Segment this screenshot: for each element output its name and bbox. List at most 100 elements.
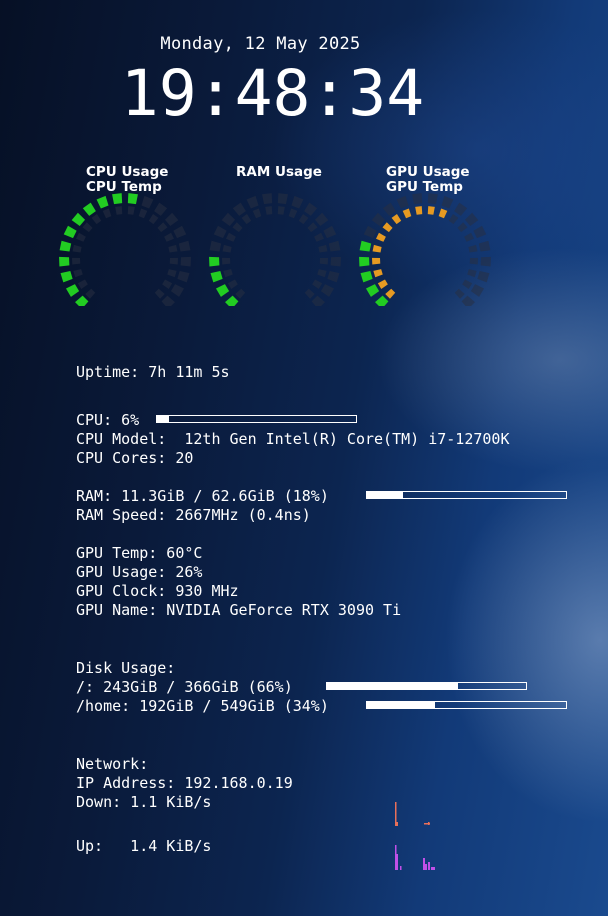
cpu-outer-segment <box>178 240 191 252</box>
gpu-inner-segment <box>382 222 393 233</box>
gpu-outer-segment <box>371 212 386 227</box>
upload-graph-burst <box>423 858 425 870</box>
cpu-inner-segment <box>138 208 148 219</box>
cpu-model-text: CPU Model: 12th Gen Intel(R) Core(TM) i7… <box>76 430 510 448</box>
gpu-name-text: GPU Name: NVIDIA GeForce RTX 3090 Ti <box>76 601 402 619</box>
cpu-inner-segment <box>76 232 86 242</box>
gpu-inner-segment <box>427 206 435 215</box>
cpu-inner-segment <box>72 257 81 265</box>
cpu-inner-segment <box>169 257 178 265</box>
cpu-gauge-label: CPU Usage CPU Temp <box>86 165 168 195</box>
cpu-usage-title: CPU Usage <box>86 164 169 180</box>
gpu-inner-segment <box>402 208 412 219</box>
cpu-outer-segment <box>161 295 175 306</box>
gpu-inner-segment <box>415 206 423 215</box>
gpu-outer-segment <box>470 284 485 297</box>
ram-inner-segment <box>241 214 252 225</box>
cpu-outer-segment <box>180 256 191 267</box>
ram-inner-segment <box>227 279 238 289</box>
gpu-inner-segment <box>438 208 448 219</box>
gpu-outer-segment <box>480 256 491 267</box>
cpu-outer-segment <box>59 256 70 267</box>
cpu-outer-segment <box>82 202 96 216</box>
ram-outer-segment <box>209 256 220 267</box>
ram-outer-segment <box>246 195 259 209</box>
ram-outer-segment <box>277 193 288 205</box>
cpu-inner-segment <box>157 222 168 233</box>
cpu-inner-segment <box>82 222 93 233</box>
ram-outer-segment <box>221 212 236 227</box>
cpu-outer-segment <box>65 284 80 297</box>
gpu-usage-text: GPU Usage: 26% <box>76 563 203 581</box>
disk-root-text: /: 243GiB / 366GiB (66%) <box>76 678 293 696</box>
cpu-outer-segment <box>177 271 190 283</box>
disk-heading: Disk Usage: <box>76 659 176 677</box>
download-graph-blip <box>396 822 398 826</box>
gpu-outer-segment <box>359 256 370 267</box>
gpu-inner-segment <box>372 244 382 253</box>
gpu-inner-segment <box>462 279 473 289</box>
ram-inner-segment <box>277 206 285 215</box>
ram-inner-segment <box>304 288 315 299</box>
cpu-outer-segment <box>141 195 154 209</box>
ram-usage-bar-fill <box>367 492 403 498</box>
gpu-inner-segment <box>468 244 478 253</box>
gpu-temp-text: GPU Temp: 60°C <box>76 544 203 562</box>
date-label: Monday, 12 May 2025 <box>160 34 361 54</box>
gpu-outer-segment <box>461 295 475 306</box>
gpu-outer-segment <box>363 225 377 239</box>
cpu-inner-segment <box>168 244 178 253</box>
upload-speed-text: Up: 1.4 KiB/s <box>76 837 212 855</box>
download-graph-tick2 <box>428 822 430 825</box>
ram-outer-segment <box>210 271 223 283</box>
cpu-outer-segment <box>75 295 89 306</box>
cpu-outer-segment <box>59 240 72 252</box>
cpu-usage-bar-fill <box>157 416 169 422</box>
cpu-inner-segment <box>115 206 123 215</box>
ram-outer-segment <box>209 240 222 252</box>
ram-inner-segment <box>314 232 324 242</box>
gpu-inner-segment <box>457 222 468 233</box>
network-heading: Network: <box>76 755 149 773</box>
upload-graph-spike <box>395 845 397 870</box>
gpu-outer-segment <box>375 295 389 306</box>
gpu-inner-segment <box>385 288 396 299</box>
cpu-inner-segment <box>77 279 88 289</box>
cpu-inner-segment <box>72 244 82 253</box>
ram-inner-segment <box>222 257 231 265</box>
gpu-outer-segment <box>477 271 490 283</box>
cpu-outer-segment <box>154 202 168 216</box>
cpu-outer-segment <box>164 212 179 227</box>
ram-inner-segment <box>288 208 298 219</box>
upload-graph-burst2 <box>425 864 427 870</box>
ram-inner-segment <box>265 206 273 215</box>
ram-usage-bar <box>366 491 567 499</box>
upload-graph-blip <box>400 866 402 870</box>
cpu-outer-segment <box>127 193 138 205</box>
cpu-inner-segment <box>148 214 159 225</box>
gpu-outer-segment <box>412 193 423 205</box>
ram-outer-segment <box>328 240 341 252</box>
cpu-gauge <box>59 193 191 306</box>
cpu-outer-segment <box>170 284 185 297</box>
ram-outer-segment <box>213 225 227 239</box>
ram-inner-segment <box>317 269 327 278</box>
disk-root-bar <box>326 682 527 690</box>
gpu-outer-segment <box>454 202 468 216</box>
cpu-outer-segment <box>60 271 73 283</box>
upload-graph-spike2 <box>396 854 398 870</box>
cpu-inner-segment <box>167 269 177 278</box>
gpu-inner-segment <box>372 257 381 265</box>
ram-outer-segment <box>327 271 340 283</box>
ram-gauge <box>209 193 341 306</box>
cpu-outer-segment <box>112 193 123 205</box>
ram-inner-segment <box>312 279 323 289</box>
gpu-inner-segment <box>377 279 388 289</box>
cpu-outer-segment <box>71 212 86 227</box>
cpu-inner-segment <box>162 279 173 289</box>
cpu-usage-text: CPU: 6% <box>76 411 140 429</box>
ram-inner-segment <box>298 214 309 225</box>
gpu-inner-segment <box>448 214 459 225</box>
cpu-outer-segment <box>173 225 187 239</box>
gpu-inner-segment <box>391 214 402 225</box>
